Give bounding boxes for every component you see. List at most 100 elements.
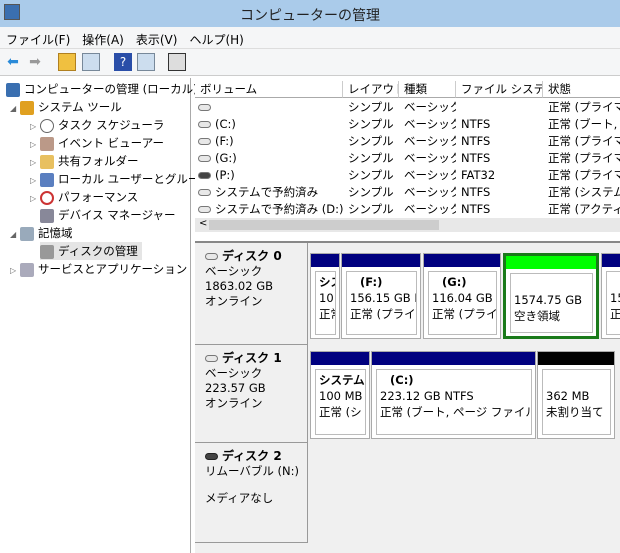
- show-hide-tree-icon[interactable]: [82, 53, 100, 71]
- volume-cell: 正常 (プライマリ: [548, 99, 620, 116]
- partition-status: 正: [610, 306, 620, 322]
- disk-name: ディスク 0: [222, 249, 282, 263]
- volume-cell: システムで予約済み: [198, 184, 343, 201]
- tree-label: タスク スケジューラ: [58, 118, 165, 132]
- expand-icon[interactable]: ▷: [10, 262, 20, 280]
- tree-event-viewer[interactable]: ▷ イベント ビューアー: [30, 134, 164, 152]
- tree-device-manager[interactable]: デバイス マネージャー: [40, 206, 176, 224]
- volume-row[interactable]: (F:) シンプルベーシック NTFS 正常 (プライマリ: [195, 133, 620, 150]
- cell-text: 正常 (システム: [548, 185, 620, 199]
- disk-1-label[interactable]: ディスク 1 ベーシック 223.57 GB オンライン: [195, 345, 308, 443]
- partition-color-bar: [311, 352, 369, 365]
- cell-text: シンプル: [348, 134, 394, 148]
- partition[interactable]: (C:) 223.12 GB NTFS 正常 (ブート, ページ ファイル, ク: [371, 351, 536, 439]
- tree-services-applications[interactable]: ▷ サービスとアプリケーション: [10, 260, 187, 278]
- partition-color-bar: [424, 254, 500, 267]
- column-filesystem[interactable]: ファイル システム: [456, 81, 543, 98]
- tree-system-tools[interactable]: ◢ システム ツール: [10, 98, 122, 116]
- volume-row[interactable]: (C:) シンプルベーシック NTFS 正常 (ブート, ペ: [195, 116, 620, 133]
- volume-row[interactable]: シンプルベーシック 正常 (プライマリ: [195, 99, 620, 116]
- volume-row[interactable]: (G:) シンプルベーシック NTFS 正常 (プライマリ: [195, 150, 620, 167]
- expand-icon[interactable]: ▷: [30, 190, 40, 208]
- volume-cell: 正常 (システム: [548, 184, 620, 201]
- column-volume[interactable]: ボリューム: [195, 81, 343, 98]
- toolbar: ⬅ ➡ ?: [0, 49, 620, 76]
- users-icon: [40, 172, 54, 187]
- tree-label: サービスとアプリケーション: [38, 262, 188, 276]
- cell-text: (P:): [215, 168, 235, 182]
- horizontal-scrollbar[interactable]: <: [195, 218, 620, 232]
- disk-name: ディスク 1: [222, 351, 282, 365]
- column-status[interactable]: 状態: [543, 81, 620, 98]
- forward-icon[interactable]: ➡: [26, 53, 44, 71]
- volume-row[interactable]: (P:) シンプルベーシック FAT32 正常 (プライマリ: [195, 167, 620, 184]
- partition[interactable]: シス 10 正常: [310, 253, 340, 339]
- column-layout[interactable]: レイアウト: [343, 81, 399, 98]
- tree-label: デバイス マネージャー: [58, 208, 176, 222]
- tree-performance[interactable]: ▷ パフォーマンス: [30, 188, 138, 206]
- volume-row[interactable]: システムで予約済み シンプル ベーシック NTFS 正常 (システム: [195, 184, 620, 201]
- partition[interactable]: 362 MB 未割り当て: [537, 351, 615, 439]
- storage-icon: [20, 226, 34, 241]
- partition[interactable]: (F:) 156.15 GB N 正常 (プライマ: [341, 253, 421, 339]
- partition-info: 15正: [606, 271, 620, 335]
- tree-shared-folders[interactable]: ▷ 共有フォルダー: [30, 152, 139, 170]
- cell-text: シンプル: [348, 168, 394, 182]
- partition-color-bar: [538, 352, 614, 365]
- cell-text: (G:): [215, 151, 237, 165]
- volume-cell: シンプル: [348, 167, 399, 184]
- scroll-left-button[interactable]: <: [199, 218, 207, 229]
- column-type[interactable]: 種類: [399, 81, 456, 98]
- cell-text: シンプル: [348, 117, 394, 131]
- help-icon[interactable]: ?: [114, 53, 132, 71]
- disk-management-icon: [40, 244, 54, 259]
- expand-icon[interactable]: ◢: [10, 100, 20, 118]
- tree-task-scheduler[interactable]: ▷ タスク スケジューラ: [30, 116, 164, 134]
- disk-0-label[interactable]: ディスク 0 ベーシック 1863.02 GB オンライン: [195, 243, 308, 345]
- disk-2-label[interactable]: ディスク 2 リムーバブル (N:) メディアなし: [195, 443, 308, 543]
- cell-text: ベーシック: [404, 134, 456, 148]
- partition-color-bar: [602, 254, 620, 267]
- cell-text: NTFS: [461, 185, 491, 199]
- partition-color-bar: [506, 256, 596, 269]
- partition-selected[interactable]: 1574.75 GB 空き領域: [503, 253, 599, 339]
- partition[interactable]: (G:) 116.04 GB 正常 (プライマ: [423, 253, 501, 339]
- volume-cell: ベーシック: [404, 184, 456, 201]
- disk-size: 223.57 GB: [205, 381, 266, 395]
- properties-icon[interactable]: [168, 53, 186, 71]
- cell-text: 正常 (プライマリ: [548, 168, 620, 182]
- partition-status: 正常 (プライマ: [432, 307, 497, 321]
- cell-text: シンプル: [348, 202, 394, 216]
- tree-storage[interactable]: ◢ 記憶域: [10, 224, 73, 242]
- volume-cell: ベーシック: [404, 116, 456, 133]
- cell-text: (C:): [215, 117, 236, 131]
- partition-name: [514, 276, 589, 292]
- partition[interactable]: 15正: [601, 253, 620, 339]
- up-folder-icon[interactable]: [58, 53, 76, 71]
- volume-cell: シンプル: [348, 99, 399, 116]
- volume-row[interactable]: システムで予約済み (D:) シンプルベーシック NTFS 正常 (アクティブ: [195, 201, 620, 218]
- expand-icon[interactable]: ◢: [10, 226, 20, 244]
- volume-cell: シンプル: [348, 184, 399, 201]
- partition-status: 正常 (プライマ: [350, 307, 416, 321]
- drive-icon: [198, 155, 211, 162]
- cell-text: ベーシック: [404, 100, 456, 114]
- tree-local-users-groups[interactable]: ▷ ローカル ユーザーとグループ: [30, 170, 210, 188]
- window-title: コンピューターの管理: [240, 8, 380, 24]
- partition-name: (C:): [390, 373, 414, 387]
- volume-cell: NTFS: [461, 116, 543, 133]
- drive-icon: [198, 206, 211, 213]
- volume-cell: ベーシック: [404, 99, 456, 116]
- volume-cell: 正常 (ブート, ペ: [548, 116, 620, 133]
- tree-computer-management[interactable]: コンピューターの管理 (ローカル): [6, 80, 198, 98]
- tree-disk-management[interactable]: ディスクの管理: [40, 242, 142, 260]
- partition-status: 正常 (シ: [319, 405, 362, 419]
- tree-label: パフォーマンス: [58, 190, 139, 204]
- partition[interactable]: システムで 100 MB 正常 (シ: [310, 351, 370, 439]
- disk-status: オンライン: [205, 294, 263, 308]
- scrollbar-thumb[interactable]: [209, 220, 439, 230]
- back-icon[interactable]: ⬅: [4, 53, 22, 71]
- cell-text: ベーシック: [404, 168, 456, 182]
- show-hide-action-icon[interactable]: [137, 53, 155, 71]
- drive-icon: [198, 189, 211, 196]
